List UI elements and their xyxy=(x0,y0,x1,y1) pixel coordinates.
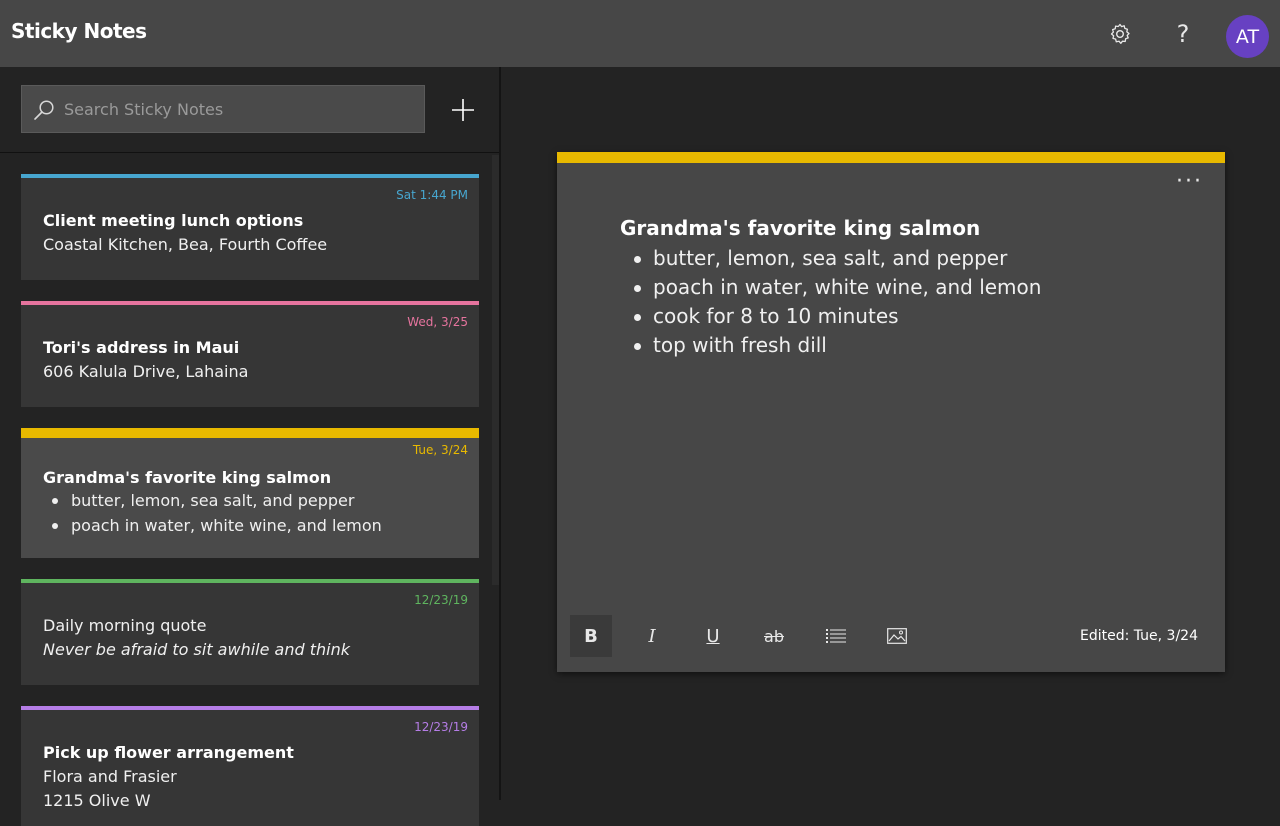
bullet-dot xyxy=(634,285,641,292)
sidebar-divider xyxy=(0,152,499,153)
insert-image-button[interactable] xyxy=(876,615,918,657)
note-text: Daily morning quote xyxy=(43,616,207,635)
note-card[interactable]: 12/23/19 Daily morning quote Never be af… xyxy=(21,579,479,685)
note-date: Tue, 3/24 xyxy=(412,443,468,457)
note-bullet: butter, lemon, sea salt, and pepper xyxy=(71,491,355,510)
more-options-button[interactable]: ··· xyxy=(1176,171,1203,193)
note-title: Pick up flower arrangement xyxy=(43,743,294,762)
note-color-bar xyxy=(21,579,479,583)
note-editor[interactable]: ··· Grandma's favorite king salmon butte… xyxy=(557,152,1225,672)
note-title: Grandma's favorite king salmon xyxy=(43,468,332,487)
note-date: 12/23/19 xyxy=(414,593,468,607)
bullet-dot xyxy=(634,343,641,350)
bullet-dot xyxy=(52,498,58,504)
settings-button[interactable] xyxy=(1103,17,1137,51)
note-card[interactable]: Wed, 3/25 Tori's address in Maui 606 Kal… xyxy=(21,301,479,407)
note-title: Client meeting lunch options xyxy=(43,211,304,230)
plus-icon xyxy=(452,99,474,121)
note-bullet: top with fresh dill xyxy=(653,333,827,357)
note-text: Coastal Kitchen, Bea, Fourth Coffee xyxy=(43,235,328,254)
note-text: 1215 Olive W xyxy=(43,791,151,810)
image-icon xyxy=(887,628,907,644)
bold-button[interactable]: B xyxy=(570,615,612,657)
note-bullet: poach in water, white wine, and lemon xyxy=(71,516,382,535)
note-color-bar xyxy=(21,301,479,305)
note-bullet: cook for 8 to 10 minutes xyxy=(653,304,899,328)
search-icon xyxy=(34,100,54,120)
notes-sidebar: Sat 1:44 PM Client meeting lunch options… xyxy=(0,67,501,826)
help-icon: ? xyxy=(1176,20,1190,48)
bullet-dot xyxy=(634,314,641,321)
note-italic-text: Never be afraid to sit awhile and think xyxy=(43,640,350,659)
note-date: Sat 1:44 PM xyxy=(396,188,468,202)
title-bar: Sticky Notes ? AT xyxy=(0,0,1280,67)
note-date: 12/23/19 xyxy=(414,720,468,734)
gear-icon xyxy=(1110,23,1130,44)
avatar[interactable]: AT xyxy=(1226,15,1269,58)
bullet-list-button[interactable] xyxy=(815,615,857,657)
underline-button[interactable]: U xyxy=(692,615,734,657)
note-color-bar xyxy=(21,706,479,710)
italic-button[interactable]: I xyxy=(631,615,673,657)
scrollbar[interactable] xyxy=(492,155,499,585)
add-note-button[interactable] xyxy=(448,95,478,125)
search-input[interactable] xyxy=(64,86,419,132)
bullet-dot xyxy=(52,523,58,529)
note-heading: Grandma's favorite king salmon xyxy=(620,216,981,240)
note-card-selected[interactable]: Tue, 3/24 Grandma's favorite king salmon… xyxy=(21,428,479,558)
bullet-list-icon xyxy=(826,629,846,643)
note-color-bar xyxy=(21,428,479,438)
note-text: Flora and Frasier xyxy=(43,767,177,786)
note-color-bar xyxy=(21,174,479,178)
strikethrough-button[interactable]: ab xyxy=(753,615,795,657)
help-button[interactable]: ? xyxy=(1166,17,1200,51)
note-card[interactable]: 12/23/19 Pick up flower arrangement Flor… xyxy=(21,706,479,826)
note-date: Wed, 3/25 xyxy=(407,315,468,329)
note-bullet: poach in water, white wine, and lemon xyxy=(653,275,1042,299)
note-text: 606 Kalula Drive, Lahaina xyxy=(43,362,249,381)
app-title: Sticky Notes xyxy=(11,19,147,43)
bullet-dot xyxy=(634,256,641,263)
note-title: Tori's address in Maui xyxy=(43,338,240,357)
edited-timestamp: Edited: Tue, 3/24 xyxy=(1079,628,1198,644)
note-color-bar[interactable] xyxy=(557,152,1225,163)
search-box[interactable] xyxy=(21,85,425,133)
note-bullet: butter, lemon, sea salt, and pepper xyxy=(653,246,1008,270)
note-card[interactable]: Sat 1:44 PM Client meeting lunch options… xyxy=(21,174,479,280)
